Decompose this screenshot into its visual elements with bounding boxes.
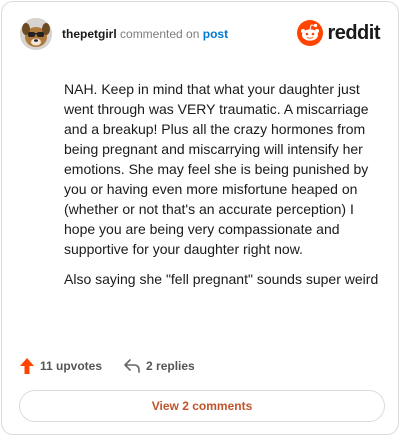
reddit-logo-icon <box>297 20 324 46</box>
upvote-button[interactable]: 11 upvotes <box>20 358 102 374</box>
comment-body: NAH. Keep in mind that what your daughte… <box>64 79 386 299</box>
replies-count: 2 replies <box>146 359 195 373</box>
commented-on-text: commented on <box>120 27 200 41</box>
comment-card: thepetgirl commented on post reddit NAH.… <box>1 1 399 435</box>
post-link[interactable]: post <box>203 27 228 41</box>
comment-paragraph: NAH. Keep in mind that what your daughte… <box>64 81 369 257</box>
comment-actions: 11 upvotes 2 replies <box>20 356 195 376</box>
dog-avatar-icon <box>20 18 52 50</box>
comment-header: thepetgirl commented on post reddit <box>20 18 380 52</box>
upvote-arrow-icon <box>20 358 34 374</box>
avatar[interactable] <box>20 18 52 50</box>
replies-button[interactable]: 2 replies <box>124 359 195 373</box>
upvote-count: 11 upvotes <box>40 359 103 373</box>
comment-paragraph: Also saying she "fell pregnant" sounds s… <box>64 271 379 287</box>
brand-name: reddit <box>327 21 380 44</box>
username-link[interactable]: thepetgirl <box>62 27 117 41</box>
view-comments-button[interactable]: View 2 comments <box>19 390 385 422</box>
comment-meta: thepetgirl commented on post <box>62 27 228 41</box>
reply-arrow-icon <box>124 359 140 373</box>
reddit-brand[interactable]: reddit <box>297 20 380 46</box>
